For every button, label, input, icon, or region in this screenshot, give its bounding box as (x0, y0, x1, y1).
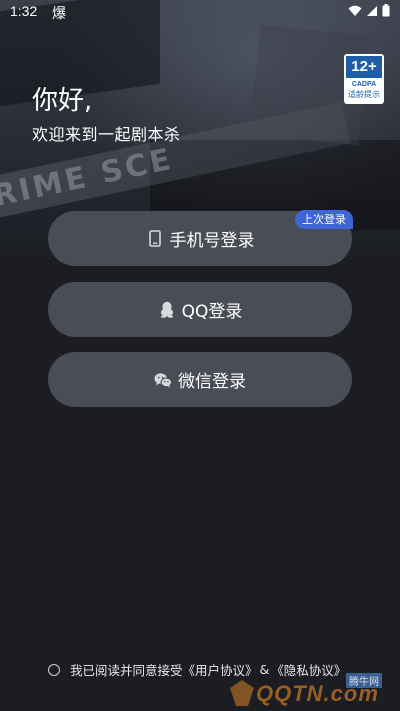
agreement-prefix: 我已阅读并同意接受 (70, 663, 183, 678)
last-login-badge: 上次登录 (295, 210, 353, 229)
phone-login-button[interactable]: 手机号登录 上次登录 (48, 210, 353, 266)
notification-icon: 爆 (52, 5, 66, 21)
age-rating-org: CADPA (351, 81, 377, 88)
status-bar: 1:32 爆 (0, 0, 400, 24)
wechat-icon (154, 371, 172, 389)
age-rating-badge[interactable]: 12+ CADPA 适龄提示 (344, 54, 384, 104)
agreement-checkbox[interactable] (48, 663, 60, 676)
qq-icon (158, 301, 176, 319)
greeting-title: 你好, (32, 86, 93, 116)
phone-login-label: 手机号登录 (169, 231, 255, 251)
wechat-login-label: 微信登录 (178, 372, 246, 392)
watermark-site: 腾牛网 (346, 673, 382, 688)
qq-login-button[interactable]: QQ登录 (48, 282, 352, 337)
status-icons (348, 4, 390, 17)
battery-icon (382, 4, 390, 17)
phone-icon (146, 230, 164, 248)
qq-login-label: QQ登录 (181, 302, 243, 322)
status-time: 1:32 (10, 3, 38, 19)
signal-icon (367, 5, 377, 16)
greeting-subtitle: 欢迎来到一起剧本杀 (32, 125, 181, 144)
wechat-login-button[interactable]: 微信登录 (48, 352, 352, 407)
age-rating-tip: 适龄提示 (348, 90, 380, 99)
wifi-icon (348, 5, 362, 16)
watermark-logo-icon (230, 680, 254, 706)
watermark: QQTN.com 腾牛网 (228, 672, 400, 711)
age-rating-number: 12+ (346, 56, 382, 78)
